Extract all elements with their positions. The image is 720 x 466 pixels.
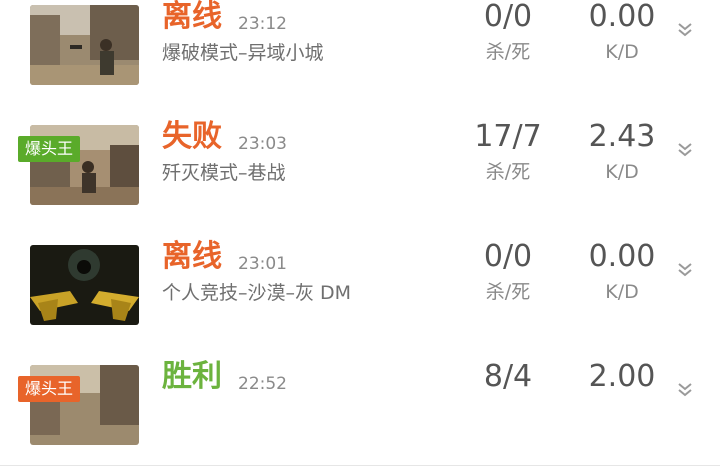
match-result: 离线 xyxy=(162,239,222,274)
match-row[interactable]: 离线 23:01 个人竞技–沙漠–灰 DM 0/0 杀/死 0.00 K/D xyxy=(0,225,720,346)
chevron-down-icon[interactable] xyxy=(675,20,695,40)
golden-guns-thumbnail-icon xyxy=(30,245,139,325)
match-row[interactable]: 爆头王 胜利 22:52 8/4 2.00 xyxy=(0,345,720,466)
kills-deaths-label: 杀/死 xyxy=(485,281,531,303)
kd-label: K/D xyxy=(605,161,639,183)
match-mode: 爆破模式–异域小城 xyxy=(162,42,324,64)
match-result: 失败 xyxy=(162,119,222,154)
match-time: 23:12 xyxy=(238,14,287,34)
kd-value: 2.43 xyxy=(588,119,656,154)
match-time: 23:03 xyxy=(238,134,287,154)
chevron-down-icon[interactable] xyxy=(675,380,695,400)
match-mode: 个人竞技–沙漠–灰 DM xyxy=(162,282,352,304)
kills-deaths-label: 杀/死 xyxy=(485,41,531,63)
kd-value: 2.00 xyxy=(588,359,656,394)
match-row[interactable]: 爆头王 失败 23:03 歼灭模式–巷战 17/7 杀/死 2.43 K/D xyxy=(0,105,720,226)
kd-label: K/D xyxy=(605,281,639,303)
headshot-king-badge: 爆头王 xyxy=(18,136,81,162)
kills-deaths-value: 0/0 xyxy=(483,239,533,274)
match-result: 离线 xyxy=(162,0,222,34)
kd-value: 0.00 xyxy=(588,239,656,274)
kills-deaths-value: 0/0 xyxy=(483,0,533,34)
chevron-down-icon[interactable] xyxy=(675,260,695,280)
kd-value: 0.00 xyxy=(588,0,656,34)
headshot-king-badge: 爆头王 xyxy=(18,376,81,402)
kills-deaths-label: 杀/死 xyxy=(485,161,531,183)
match-time: 23:01 xyxy=(238,254,287,274)
match-result: 胜利 xyxy=(162,359,222,394)
match-mode: 歼灭模式–巷战 xyxy=(162,162,286,184)
map-thumbnail-icon xyxy=(30,5,139,85)
kills-deaths-value: 8/4 xyxy=(483,359,533,394)
chevron-down-icon[interactable] xyxy=(675,140,695,160)
match-row[interactable]: 离线 23:12 爆破模式–异域小城 0/0 杀/死 0.00 K/D xyxy=(0,0,720,106)
kd-label: K/D xyxy=(605,41,639,63)
kills-deaths-value: 17/7 xyxy=(474,119,542,154)
match-time: 22:52 xyxy=(238,374,287,394)
